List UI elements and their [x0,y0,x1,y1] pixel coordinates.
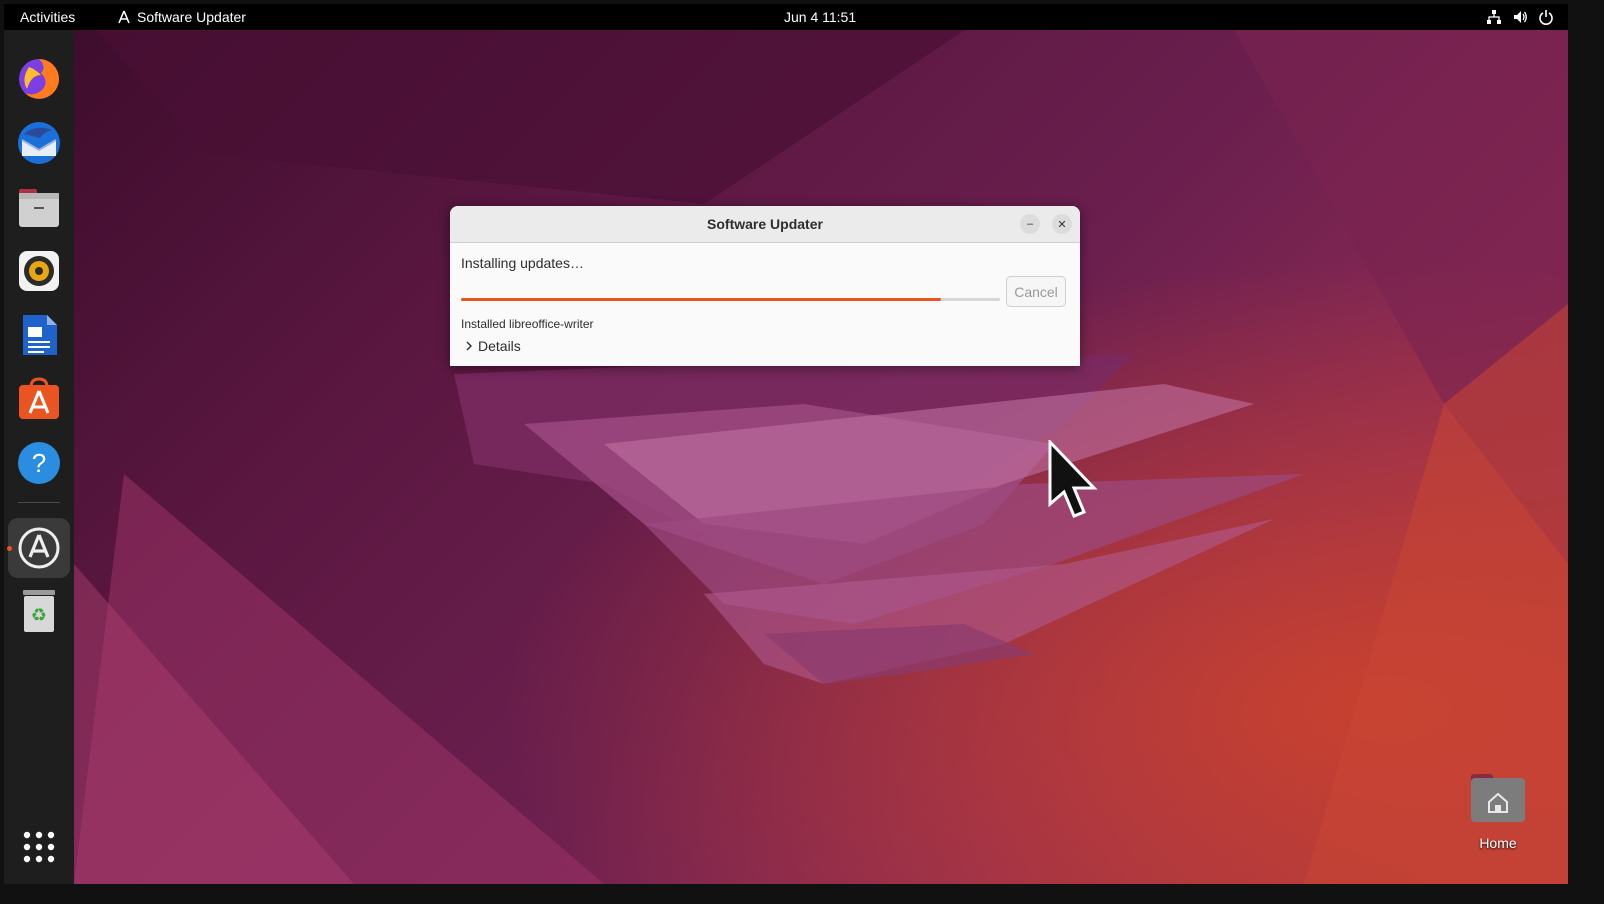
minimize-icon: – [1026,218,1034,230]
files-icon [19,189,59,227]
home-label: Home [1479,835,1517,851]
svg-text:?: ? [32,448,46,478]
network-icon[interactable] [1486,9,1502,25]
progress-bar [461,298,1000,301]
svg-text:♻: ♻ [31,605,47,626]
progress-fill [461,298,941,301]
app-menu[interactable]: Software Updater [117,9,246,25]
dock-item-ubuntu-software[interactable] [14,374,64,424]
dialog-title: Software Updater [707,216,823,232]
minimize-button[interactable]: – [1020,214,1040,234]
dock-item-firefox[interactable] [14,54,64,104]
trash-icon: ♻ [23,590,55,632]
details-label: Details [478,338,521,354]
close-button[interactable]: ✕ [1052,214,1072,234]
cancel-button[interactable]: Cancel [1006,276,1066,307]
help-icon: ? [18,442,60,484]
home-folder-icon [1471,774,1525,822]
writer-icon [23,315,57,355]
app-menu-label: Software Updater [137,9,246,25]
updater-app-icon [118,10,130,24]
dock-item-files[interactable] [14,182,64,232]
dock-separator [18,502,60,503]
dock-item-rhythmbox[interactable] [14,246,64,296]
thunderbird-icon [18,122,60,164]
desktop-screen: Activities Software Updater Jun 4 11:51 [4,4,1568,884]
mouse-cursor-icon [1048,440,1098,518]
current-action-label: Installed libreoffice-writer [461,317,594,331]
activities-button[interactable]: Activities [20,9,75,25]
clock[interactable]: Jun 4 11:51 [784,9,856,25]
desktop-home-icon[interactable]: Home [1466,772,1530,852]
close-icon: ✕ [1057,218,1067,231]
app-grid-icon [23,831,55,863]
dock-item-trash[interactable]: ♻ [14,586,64,636]
updater-icon [18,527,60,569]
dock-item-help[interactable]: ? [14,438,64,488]
dock: ? ♻ [4,30,74,884]
power-icon[interactable] [1538,9,1554,25]
dock-item-writer[interactable] [14,310,64,360]
dialog-header[interactable]: Software Updater – ✕ [450,206,1080,243]
wallpaper [74,4,1568,884]
running-indicator [7,546,12,551]
software-updater-dialog: Software Updater – ✕ Installing updates…… [450,206,1080,366]
software-icon [19,377,59,419]
system-tray[interactable] [1486,9,1554,25]
dock-item-software-updater[interactable] [8,518,70,578]
top-bar: Activities Software Updater Jun 4 11:51 [4,4,1568,30]
rhythmbox-icon [19,251,59,291]
details-expander[interactable]: Details [464,338,521,354]
chevron-right-icon [466,341,472,351]
show-apps-button[interactable] [14,822,64,872]
status-label: Installing updates… [461,255,584,271]
firefox-icon [19,59,59,99]
volume-icon[interactable] [1512,9,1528,25]
dock-item-thunderbird[interactable] [14,118,64,168]
